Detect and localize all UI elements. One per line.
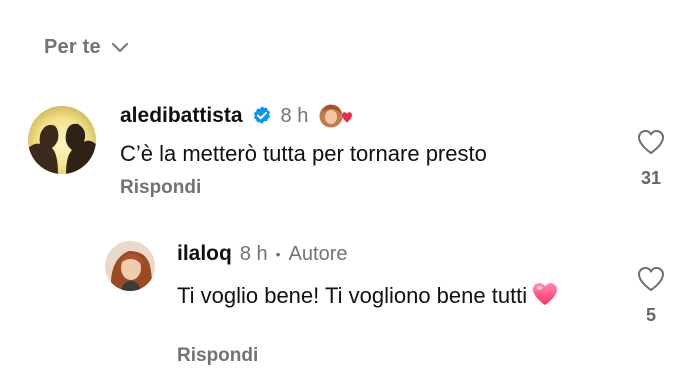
avatar-image <box>105 241 155 291</box>
username[interactable]: ilaloq <box>177 242 232 266</box>
username[interactable]: aledibattista <box>120 104 243 128</box>
like-column: 5 <box>631 265 671 326</box>
chevron-down-icon <box>111 42 128 52</box>
heart-outline-icon[interactable] <box>636 265 666 293</box>
reply-header: ilaloq 8 h • Autore <box>177 239 348 269</box>
author-liked-icon <box>318 103 353 129</box>
timestamp: 8 h <box>239 242 268 265</box>
reply-text: Ti voglio bene! Ti vogliono bene tutti <box>177 281 577 311</box>
separator-dot: • <box>275 246 281 262</box>
avatar[interactable] <box>105 241 155 291</box>
sort-selector[interactable]: Per te <box>44 36 129 59</box>
reply-button[interactable]: Rispondi <box>177 345 258 367</box>
author-tag: Autore <box>288 242 348 265</box>
avatar[interactable] <box>28 106 96 174</box>
like-count: 5 <box>645 305 656 325</box>
pink-heart-emoji <box>533 283 558 305</box>
heart-outline-icon[interactable] <box>636 128 666 156</box>
comment-header: aledibattista 8 h <box>120 101 353 131</box>
verified-badge-icon <box>253 106 270 124</box>
like-count: 31 <box>640 168 662 188</box>
sort-label: Per te <box>44 36 101 58</box>
timestamp: 8 h <box>280 104 309 127</box>
avatar-image <box>28 106 96 174</box>
reply-text-content: Ti voglio bene! Ti vogliono bene tutti <box>177 283 528 308</box>
comment-text: C’è la metterò tutta per tornare presto <box>120 141 487 166</box>
reply-button[interactable]: Rispondi <box>120 177 201 199</box>
like-column: 31 <box>631 128 671 189</box>
